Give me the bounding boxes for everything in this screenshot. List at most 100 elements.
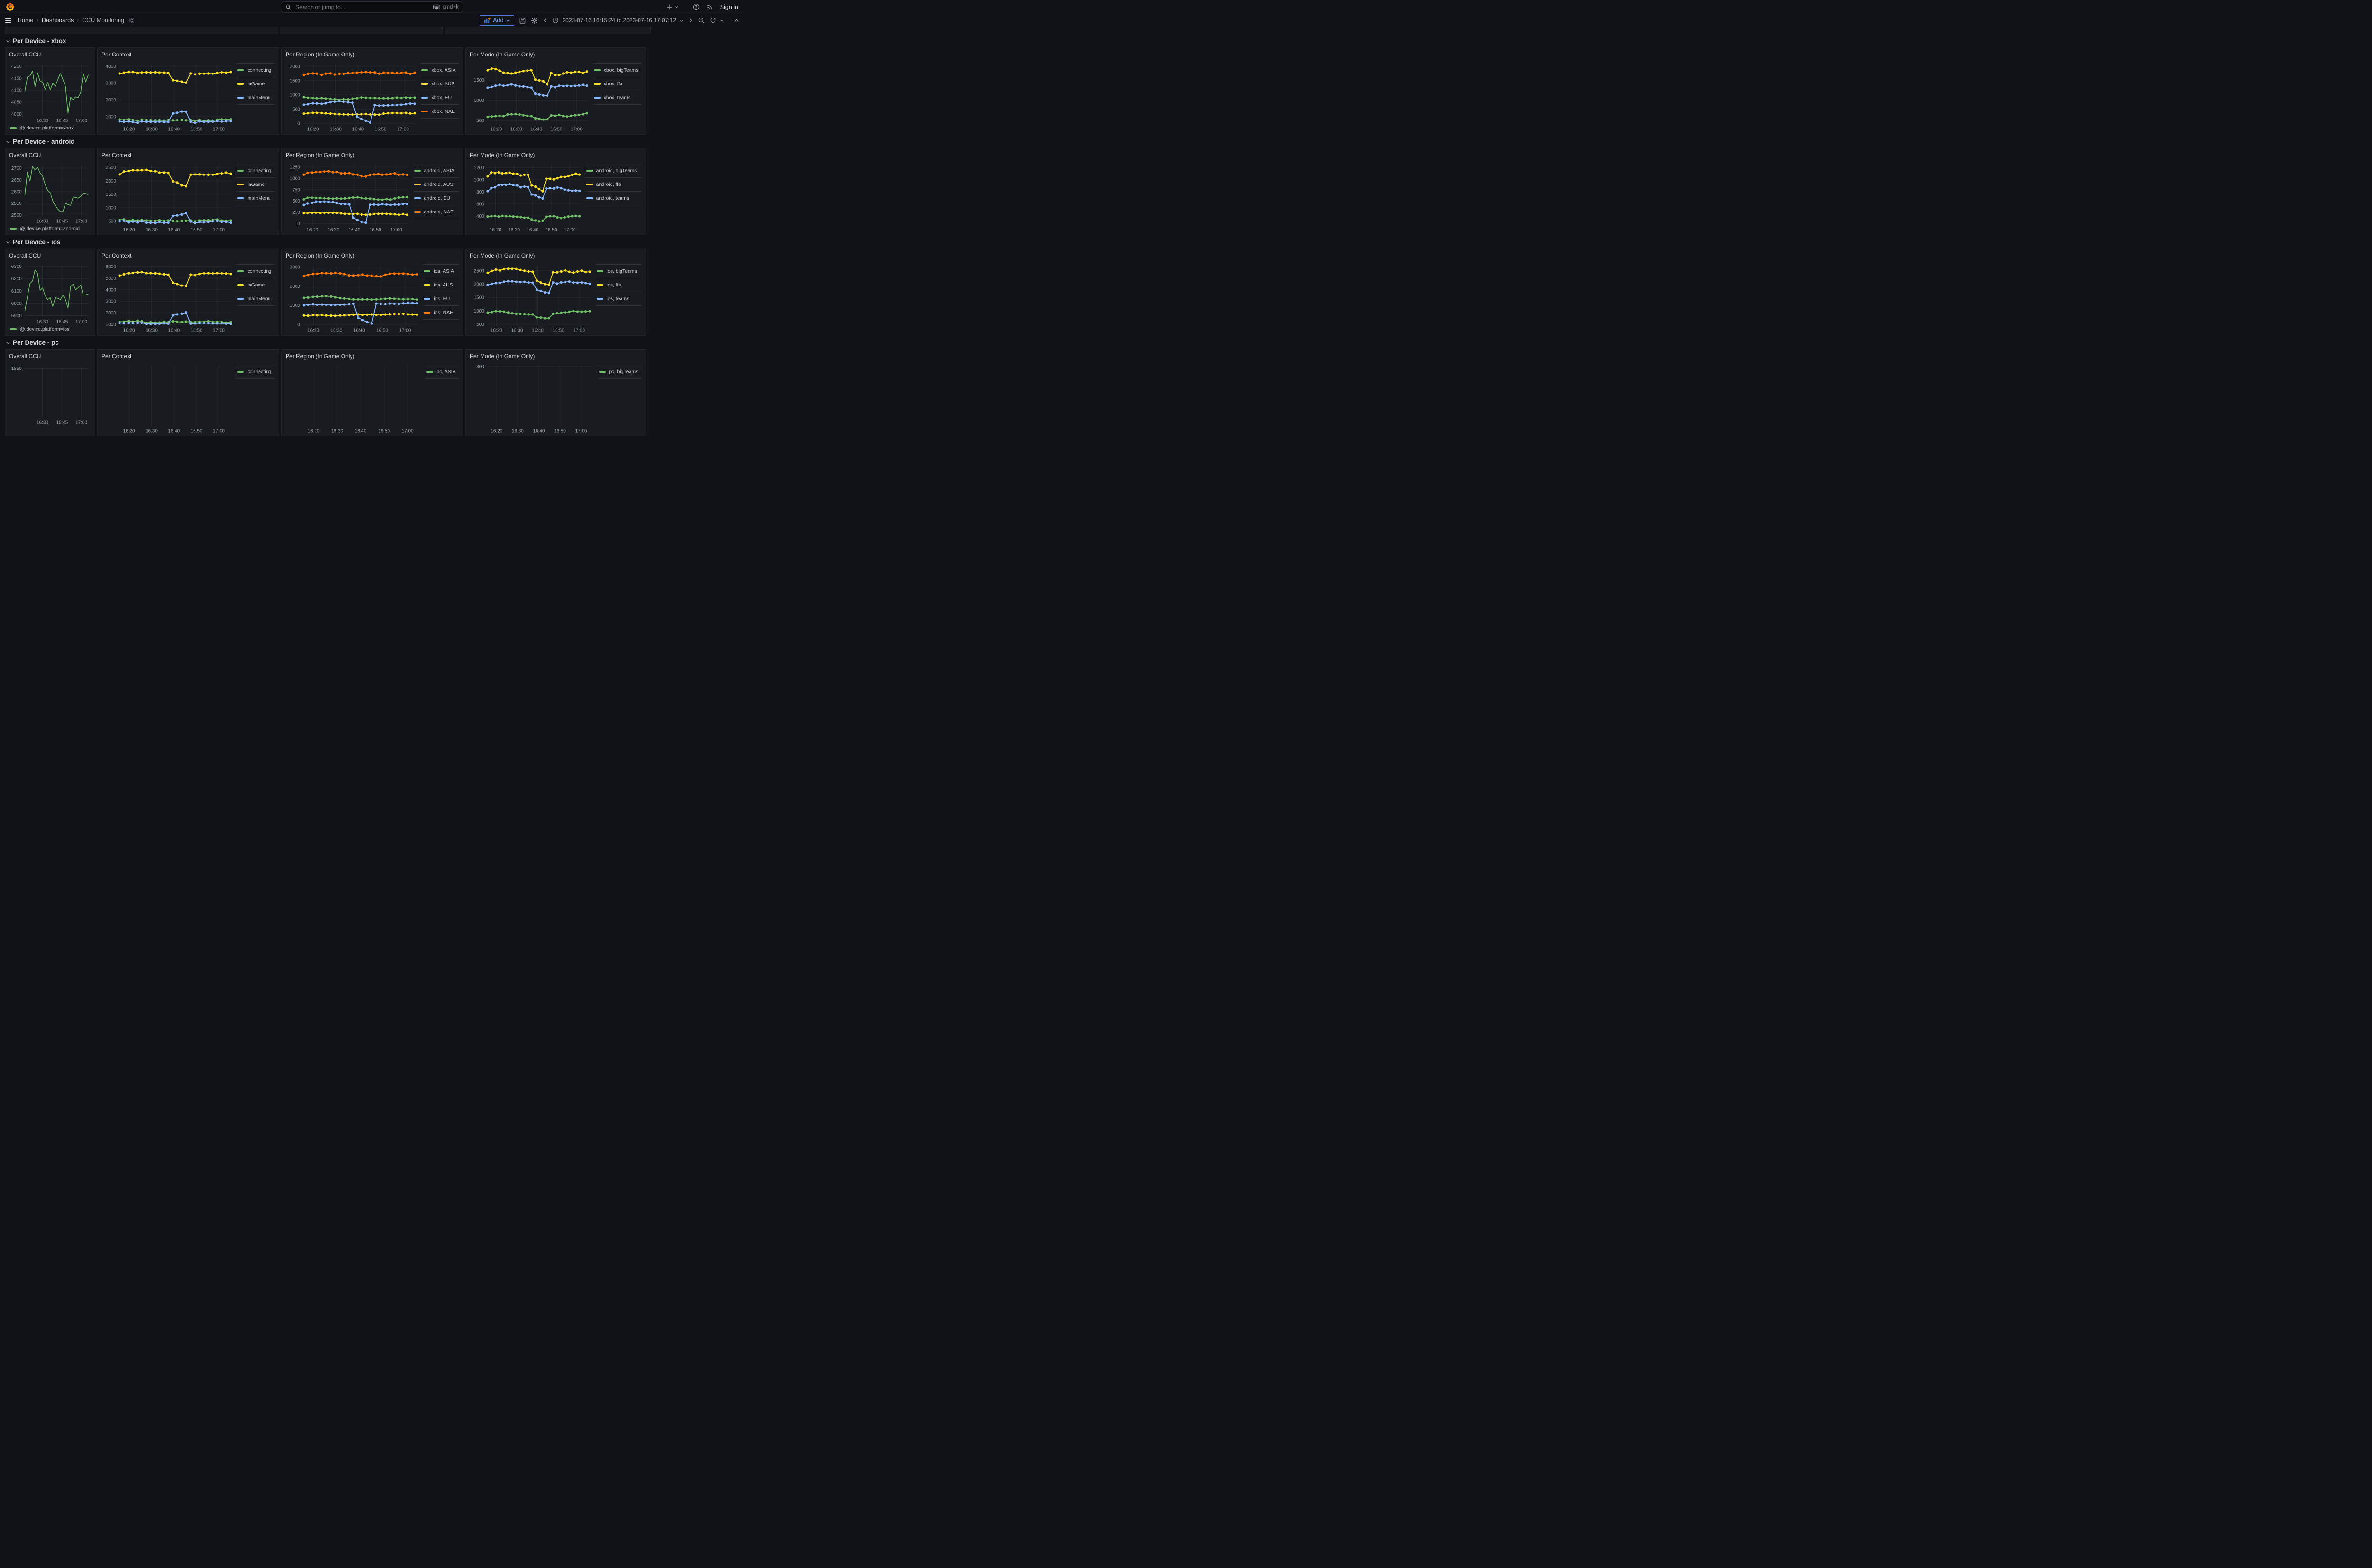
panel-overall-ccu[interactable]: Overall CCU 185016:3016:4517:00 (5, 349, 95, 436)
panel-title[interactable]: Per Mode (In Game Only) (470, 51, 642, 58)
search-box[interactable]: cmd+k (281, 1, 463, 13)
legend-item[interactable]: xbox, bigTeams (593, 63, 642, 77)
legend-item[interactable]: inGame (236, 77, 275, 91)
chart-canvas[interactable]: 010002000300016:2016:3016:4016:5017:00 (286, 261, 420, 333)
time-shift-back-button[interactable] (543, 18, 547, 23)
chart-canvas[interactable]: 80016:2016:3016:4016:5017:00 (470, 362, 595, 434)
panel-title[interactable]: Per Context (102, 151, 275, 159)
panel-title[interactable]: Overall CCU (9, 151, 91, 159)
legend-item[interactable]: ios, NAE (423, 305, 459, 319)
panel-title[interactable]: Overall CCU (9, 252, 91, 259)
grafana-logo[interactable] (6, 2, 15, 11)
legend-item[interactable]: mainMenu (236, 91, 275, 104)
panel-per-context[interactable]: Per Context 16:2016:3016:4016:5017:00 co… (97, 349, 279, 436)
panel-per-mode-in-game-only[interactable]: Per Mode (In Game Only) 5001000150020002… (465, 249, 646, 336)
partial-panel[interactable] (445, 27, 651, 34)
panel-overall-ccu[interactable]: Overall CCU 5900600061006200630016:3016:… (5, 249, 95, 336)
legend-item[interactable]: pc, ASIA (426, 365, 459, 378)
row-header[interactable]: Per Device - ios (6, 239, 744, 246)
legend-item[interactable]: xbox, EU (420, 91, 459, 104)
legend-item[interactable]: android, EU (413, 191, 459, 205)
help-button[interactable] (693, 3, 700, 10)
legend-item[interactable]: ios, ASIA (423, 264, 459, 278)
legend-item[interactable]: android, NAE (413, 205, 459, 219)
legend-item[interactable]: ios, bigTeams (596, 264, 642, 278)
panel-title[interactable]: Per Region (In Game Only) (286, 252, 459, 259)
legend-item[interactable]: connecting (236, 164, 275, 177)
panel-per-context[interactable]: Per Context 100020003000400016:2016:3016… (97, 47, 279, 135)
chart-canvas[interactable]: 100020003000400016:2016:3016:4016:5017:0… (102, 60, 233, 132)
legend-item[interactable]: xbox, AUS (420, 77, 459, 91)
panel-title[interactable]: Per Region (In Game Only) (286, 51, 459, 58)
chart-canvas[interactable]: 050010001500200016:2016:3016:4016:5017:0… (286, 60, 417, 132)
legend-item[interactable]: connecting (236, 264, 275, 278)
chart-canvas[interactable]: 4000405041004150420016:3016:4517:00 (9, 60, 91, 124)
breadcrumb-home[interactable]: Home (18, 17, 33, 24)
legend-item[interactable]: android, AUS (413, 177, 459, 191)
partial-panel[interactable] (280, 27, 443, 34)
panel-title[interactable]: Per Region (In Game Only) (286, 352, 459, 360)
new-menu-button[interactable] (666, 4, 679, 10)
panel-overall-ccu[interactable]: Overall CCU 4000405041004150420016:3016:… (5, 47, 95, 135)
legend-item[interactable]: xbox, ASIA (420, 63, 459, 77)
chart-legend-bottom[interactable]: @.device.platform=android (9, 224, 91, 231)
panel-per-context[interactable]: Per Context 500100015002000250016:2016:3… (97, 148, 279, 235)
chart-canvas[interactable]: 5900600061006200630016:3016:4517:00 (9, 261, 91, 325)
zoom-out-button[interactable] (698, 17, 705, 24)
panel-per-region-in-game-only[interactable]: Per Region (In Game Only) 01000200030001… (281, 249, 463, 336)
legend-item[interactable]: connecting (236, 365, 275, 378)
time-shift-forward-button[interactable] (688, 18, 693, 23)
chart-canvas[interactable]: 500100015002000250016:2016:3016:4016:501… (102, 161, 233, 233)
legend-item[interactable]: connecting (236, 63, 275, 77)
dashboard-settings-button[interactable] (531, 17, 538, 24)
panel-per-mode-in-game-only[interactable]: Per Mode (In Game Only) 4006008001000120… (465, 148, 646, 235)
chart-canvas[interactable]: 500100015002000250016:2016:3016:4016:501… (470, 261, 593, 333)
legend-item[interactable]: android, ASIA (413, 164, 459, 177)
chart-canvas[interactable]: 4006008001000120016:2016:3016:4016:5017:… (470, 161, 583, 233)
legend-item[interactable]: xbox, ffa (593, 77, 642, 91)
panel-per-region-in-game-only[interactable]: Per Region (In Game Only) 02505007501000… (281, 148, 463, 235)
sign-in-button[interactable]: Sign in (720, 4, 738, 10)
share-dashboard-button[interactable] (128, 18, 134, 24)
news-icon[interactable] (706, 3, 713, 10)
panel-title[interactable]: Per Mode (In Game Only) (470, 252, 642, 259)
search-input[interactable] (295, 3, 430, 11)
legend-item[interactable]: xbox, NAE (420, 104, 459, 118)
panel-overall-ccu[interactable]: Overall CCU 2500255026002650270016:3016:… (5, 148, 95, 235)
panel-per-region-in-game-only[interactable]: Per Region (In Game Only) 05001000150020… (281, 47, 463, 135)
chart-canvas[interactable]: 02505007501000125016:2016:3016:4016:5017… (286, 161, 410, 233)
chart-canvas[interactable]: 16:2016:3016:4016:5017:00 (102, 362, 233, 434)
panel-title[interactable]: Per Context (102, 51, 275, 58)
legend-item[interactable]: android, bigTeams (585, 164, 642, 177)
legend-item[interactable]: ios, EU (423, 292, 459, 305)
panel-title[interactable]: Per Region (In Game Only) (286, 151, 459, 159)
partial-panel[interactable] (5, 27, 278, 34)
legend-item[interactable]: ios, AUS (423, 278, 459, 292)
dashboard-scroll-area[interactable]: Per Device - xbox Overall CCU 4000405041… (0, 27, 744, 436)
panel-per-mode-in-game-only[interactable]: Per Mode (In Game Only) 80016:2016:3016:… (465, 349, 646, 436)
row-header[interactable]: Per Device - xbox (6, 37, 744, 45)
menu-toggle-button[interactable] (5, 18, 12, 24)
legend-item[interactable]: pc, bigTeams (598, 365, 642, 378)
panel-title[interactable]: Per Context (102, 252, 275, 259)
panel-title[interactable]: Overall CCU (9, 352, 91, 360)
legend-item[interactable]: android, teams (585, 191, 642, 205)
panel-title[interactable]: Per Context (102, 352, 275, 360)
panel-per-mode-in-game-only[interactable]: Per Mode (In Game Only) 5001000150016:20… (465, 47, 646, 135)
collapse-toolbar-button[interactable] (734, 18, 739, 23)
legend-item[interactable]: mainMenu (236, 292, 275, 305)
legend-item[interactable]: xbox, teams (593, 91, 642, 104)
panel-per-region-in-game-only[interactable]: Per Region (In Game Only) 16:2016:3016:4… (281, 349, 463, 436)
save-dashboard-button[interactable] (519, 17, 526, 24)
chart-canvas[interactable]: 16:2016:3016:4016:5017:00 (286, 362, 423, 434)
panel-title[interactable]: Per Mode (In Game Only) (470, 352, 642, 360)
chart-canvas[interactable]: 185016:3016:4517:00 (9, 362, 91, 425)
legend-item[interactable]: android, ffa (585, 177, 642, 191)
panel-title[interactable]: Per Mode (In Game Only) (470, 151, 642, 159)
chart-canvas[interactable]: 2500255026002650270016:3016:4517:00 (9, 161, 91, 224)
chart-legend-bottom[interactable]: @.device.platform=ios (9, 325, 91, 332)
time-range-picker[interactable]: 2023-07-16 16:15:24 to 2023-07-16 17:07:… (552, 17, 684, 24)
chart-canvas[interactable]: 5001000150016:2016:3016:4016:5017:00 (470, 60, 590, 132)
panel-per-context[interactable]: Per Context 10002000300040005000600016:2… (97, 249, 279, 336)
legend-item[interactable]: ios, ffa (596, 278, 642, 292)
